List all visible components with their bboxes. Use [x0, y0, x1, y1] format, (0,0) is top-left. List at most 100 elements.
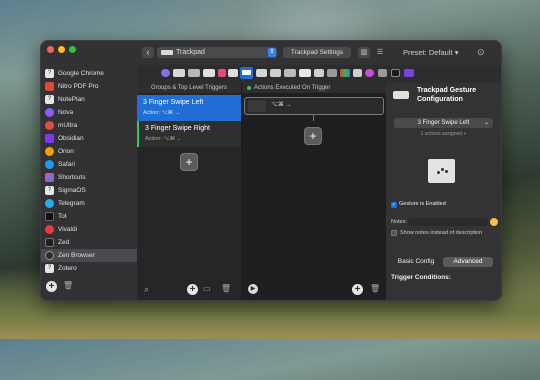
- keyboard-category-icon[interactable]: [173, 69, 185, 77]
- trackpad-icon: [161, 49, 173, 55]
- action-item[interactable]: ⌥⌘ →: [244, 97, 384, 115]
- sidebar-item-label: Telegram: [58, 200, 85, 207]
- keyboard-shortcut-icon: [248, 100, 266, 112]
- unknown-app-icon: ?: [45, 95, 54, 104]
- midi-category-icon[interactable]: [340, 69, 350, 77]
- sidebar-item-telegram[interactable]: Telegram: [41, 197, 137, 210]
- other-triggers-icon[interactable]: [353, 69, 362, 77]
- trackpad-icon: [393, 91, 409, 99]
- tab-basic-config[interactable]: Basic Config: [391, 256, 441, 268]
- trackpad-category-icon[interactable]: [240, 67, 253, 79]
- mouse-category-icon[interactable]: [161, 69, 170, 77]
- sidebar-item-safari[interactable]: Safari: [41, 158, 137, 171]
- preset-selector[interactable]: Preset: Default ▾: [403, 47, 458, 58]
- action-shortcut-text: ⌥⌘ →: [271, 102, 292, 108]
- sidebar-item-zotero[interactable]: ? Zotero: [41, 262, 137, 275]
- back-button[interactable]: ‹: [142, 47, 154, 58]
- obsidian-icon: [45, 134, 54, 143]
- siri-remote-icon[interactable]: [284, 69, 296, 77]
- sidebar-item-label: Zotero: [58, 265, 77, 272]
- menubar-category-icon[interactable]: [327, 69, 337, 77]
- magic-trackpad-icon[interactable]: [256, 69, 267, 77]
- sidebar-item-zed[interactable]: Zed: [41, 236, 137, 249]
- trigger-type-select[interactable]: Trackpad ⇕: [157, 47, 277, 58]
- add-action-button[interactable]: +: [304, 127, 322, 145]
- add-trigger-footer-button[interactable]: +: [187, 284, 198, 295]
- sidebar-item-label: Tot: [58, 213, 67, 220]
- sidebar-item-label: SigmaOS: [58, 187, 86, 194]
- close-window-button[interactable]: [47, 46, 54, 53]
- checkmark-icon: ✓: [391, 202, 397, 208]
- gesture-enabled-checkbox[interactable]: ✓ Gesture is Enabled: [391, 201, 446, 208]
- unknown-app-icon: ?: [45, 69, 54, 78]
- sidebar-item-label: Vivaldi: [58, 226, 78, 233]
- run-actions-button[interactable]: ▶: [248, 284, 258, 294]
- add-trigger-button[interactable]: +: [180, 153, 198, 171]
- tab-advanced[interactable]: Advanced: [443, 257, 493, 267]
- delete-app-icon[interactable]: 🗑: [63, 281, 73, 290]
- app-sidebar: ? Google Chrome Nitro PDF Pro ? NotePlan…: [41, 65, 137, 300]
- sidebar-item-nitro-pdf-pro[interactable]: Nitro PDF Pro: [41, 80, 137, 93]
- sidebar-item-shortcuts[interactable]: Shortcuts: [41, 171, 137, 184]
- sidebar-item-multra[interactable]: mUltra: [41, 119, 137, 132]
- sidebar-footer: + 🗑: [41, 275, 137, 300]
- sidebar-item-orion[interactable]: Orion: [41, 145, 137, 158]
- streamdeck-category-icon[interactable]: [218, 69, 226, 77]
- stream-deck-xl-icon[interactable]: [404, 69, 414, 77]
- notes-input[interactable]: [408, 218, 488, 226]
- show-notes-checkbox[interactable]: Show notes instead of description: [391, 230, 491, 237]
- sidebar-item-zen-browser[interactable]: Zen Browser: [41, 249, 137, 262]
- trigger-item[interactable]: 3 Finger Swipe Left Action: ⌥⌘ →: [137, 95, 241, 121]
- select-chevron-icon: ⇕: [268, 48, 276, 57]
- add-group-folder-icon[interactable]: ▭: [203, 284, 211, 293]
- sidebar-item-tot[interactable]: Tot: [41, 210, 137, 223]
- sidebar-item-label: Nova: [58, 109, 74, 116]
- gesture-select-value: 3 Finger Swipe Left: [417, 120, 470, 126]
- game-controller-icon[interactable]: [391, 69, 400, 77]
- nitro-pdf-icon: [45, 82, 54, 91]
- search-icon[interactable]: ⌕: [144, 284, 149, 295]
- chevron-down-icon: ⌄: [483, 120, 489, 126]
- status-dot-icon: [247, 86, 251, 90]
- keyboard-shortcut-icon[interactable]: [203, 69, 215, 77]
- sidebar-item-sigmaos[interactable]: ? SigmaOS: [41, 184, 137, 197]
- apple-remote-icon[interactable]: [299, 69, 311, 77]
- sidebar-item-obsidian[interactable]: Obsidian: [41, 132, 137, 145]
- automation-category-icon[interactable]: [314, 69, 324, 77]
- sidebar-toggle-icon[interactable]: ▥: [358, 47, 370, 58]
- minimize-window-button[interactable]: [58, 46, 65, 53]
- trigger-name: 3 Finger Swipe Left: [143, 99, 204, 106]
- sidebar-item-label: Zed: [58, 239, 70, 246]
- trigger-conditions-label: Trigger Conditions:: [391, 274, 451, 281]
- triggers-header: Groups & Top Level Triggers: [137, 83, 241, 93]
- sidebar-item-label: Shortcuts: [58, 174, 86, 181]
- multra-icon: [45, 121, 54, 130]
- add-action-footer-button[interactable]: +: [352, 284, 363, 295]
- preset-settings-icon[interactable]: ⊙: [477, 47, 485, 58]
- sidebar-item-google-chrome[interactable]: ? Google Chrome: [41, 67, 137, 80]
- finger-dot-icon: [445, 170, 448, 173]
- delete-trigger-icon[interactable]: 🗑: [221, 284, 231, 293]
- zen-browser-icon: [45, 251, 54, 260]
- telegram-icon: [45, 199, 54, 208]
- list-view-icon[interactable]: ☰: [374, 47, 386, 58]
- touchbar-category-icon[interactable]: [188, 69, 200, 77]
- clipboard-category-icon[interactable]: [378, 69, 387, 77]
- gesture-select[interactable]: 3 Finger Swipe Left ⌄: [394, 118, 493, 128]
- drawing-category-icon[interactable]: [270, 69, 281, 77]
- config-panel: Trackpad Gesture Configuration 3 Finger …: [386, 83, 501, 300]
- emoji-icon[interactable]: [490, 218, 498, 226]
- magic-mouse-icon[interactable]: [228, 69, 238, 77]
- add-app-button[interactable]: +: [46, 281, 57, 292]
- sidebar-item-vivaldi[interactable]: Vivaldi: [41, 223, 137, 236]
- trackpad-settings-button[interactable]: Trackpad Settings: [283, 47, 351, 58]
- floating-menu-icon[interactable]: [365, 69, 374, 77]
- sidebar-item-nova[interactable]: Nova: [41, 106, 137, 119]
- vivaldi-icon: [45, 225, 54, 234]
- config-tabs: Basic Config Advanced: [391, 256, 497, 268]
- trigger-item[interactable]: 3 Finger Swipe Right Action: ⌥⌘ ←: [137, 121, 241, 147]
- safari-icon: [45, 160, 54, 169]
- maximize-window-button[interactable]: [69, 46, 76, 53]
- sidebar-item-noteplan[interactable]: ? NotePlan: [41, 93, 137, 106]
- delete-action-icon[interactable]: 🗑: [370, 284, 380, 293]
